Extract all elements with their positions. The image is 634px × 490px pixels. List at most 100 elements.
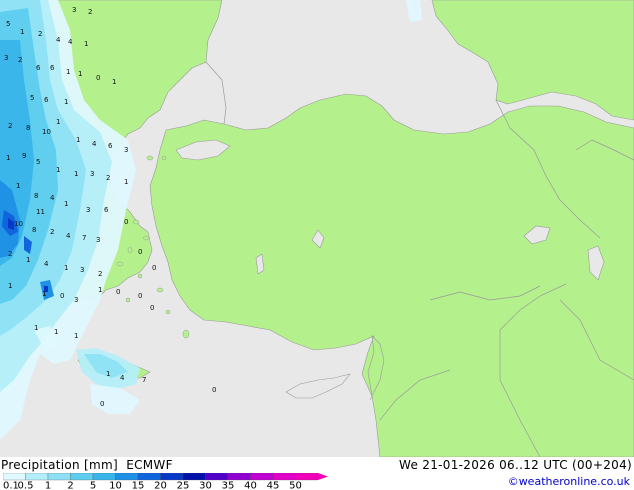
map-value-label: 0 xyxy=(138,248,142,256)
map-value-label: 2 xyxy=(106,174,110,182)
map-value-label: 1 xyxy=(76,136,80,144)
map-value-label: 3 xyxy=(124,146,128,154)
scale-swatch xyxy=(115,473,139,481)
map-value-label: 4 xyxy=(44,260,49,268)
scale-tick-label: 40 xyxy=(244,481,257,490)
map-value-label: 2 xyxy=(18,56,22,64)
scale-tick-label: 30 xyxy=(199,481,212,490)
map-value-label: 2 xyxy=(98,270,102,278)
map-value-label: 0 xyxy=(100,400,104,408)
map-value-label: 1 xyxy=(34,324,38,332)
map-value-label: 6 xyxy=(104,206,109,214)
scale-swatch xyxy=(205,473,229,481)
map-value-label: 6 xyxy=(44,96,49,104)
map-value-label: 3 xyxy=(72,6,76,14)
map-value-label: 3 xyxy=(96,236,100,244)
map-value-label: 1 xyxy=(54,328,58,336)
map-value-label: 7 xyxy=(142,376,146,384)
scale-swatch xyxy=(295,473,319,481)
product-title: Precipitation [mm] ECMWF xyxy=(1,458,173,472)
map-value-label: 0 xyxy=(116,288,120,296)
map-value-label: 1 xyxy=(64,200,68,208)
scale-tick-label: 10 xyxy=(109,481,122,490)
map-value-label: 0 xyxy=(60,292,64,300)
map-value-label: 5 xyxy=(6,20,10,28)
map-value-label: 0 xyxy=(152,264,156,272)
map-value-label: 2 xyxy=(8,250,12,258)
map-value-label: 2 xyxy=(38,30,42,38)
map-value-label: 1 xyxy=(16,182,20,190)
map-value-label: 1 xyxy=(112,78,116,86)
map-value-label: 0 xyxy=(124,218,128,226)
scale-tick-label: 2 xyxy=(67,481,73,490)
scale-tick-label: 0.1 xyxy=(3,481,19,490)
scale-swatch xyxy=(92,473,116,481)
scale-tick-label: 5 xyxy=(90,481,96,490)
scale-tick-label: 0.5 xyxy=(18,481,34,490)
map-value-label: 4 xyxy=(56,36,61,44)
map-value-label: 2 xyxy=(50,228,54,236)
map-value-label: 6 xyxy=(50,64,55,72)
copyright-link[interactable]: ©weatheronline.co.uk xyxy=(508,475,630,488)
map-value-label: 1 xyxy=(56,166,60,174)
scale-swatch xyxy=(250,473,274,481)
scale-swatch xyxy=(47,473,71,481)
map-value-label: 1 xyxy=(64,264,68,272)
map-value-label: 1 xyxy=(74,332,78,340)
map-value-label: 4 xyxy=(50,194,55,202)
map-value-label: 0 xyxy=(96,74,100,82)
map-value-label: 3 xyxy=(4,54,8,62)
map-value-label: 2 xyxy=(8,122,12,130)
scale-swatch xyxy=(70,473,94,481)
map-value-label: 3 xyxy=(80,266,84,274)
map-value-label: 4 xyxy=(92,140,97,148)
scale-tick-label: 35 xyxy=(222,481,235,490)
map-value-label: 8 xyxy=(26,124,30,132)
map-value-label: 1 xyxy=(64,98,68,106)
footer-bar: Precipitation [mm] ECMWF We 21-01-2026 0… xyxy=(0,457,634,490)
scale-tick-label: 20 xyxy=(154,481,167,490)
map-value-label: 7 xyxy=(82,234,86,242)
map-value-label: 6 xyxy=(36,64,41,72)
map-value-label: 1 xyxy=(66,68,70,76)
map-value-label: 1 xyxy=(74,170,78,178)
map-value-label: 3 xyxy=(86,206,90,214)
scale-arrow xyxy=(318,473,328,480)
scale-swatch xyxy=(160,473,184,481)
scale-swatch xyxy=(182,473,206,481)
map-value-label: 8 xyxy=(32,226,36,234)
map-value-label: 4 xyxy=(68,38,73,46)
map-value-label: 1 xyxy=(20,28,24,36)
map-value-label: 1 xyxy=(98,286,102,294)
precipitation-map: 3 2 5 1 2 4 4 1 3 2 6 1 1 0 6 1 5 6 1 2 8 1 10 1 9 5 1 4 6 3 1 1 3 2 1 1 8 4 1… xyxy=(0,0,634,457)
scale-tick-label: 45 xyxy=(267,481,280,490)
scale-tick-label: 25 xyxy=(177,481,190,490)
map-value-label: 4 xyxy=(66,232,71,240)
map-value-label: 1 xyxy=(26,256,30,264)
map-value-label: 5 xyxy=(36,158,40,166)
scale-swatch xyxy=(3,473,26,481)
scale-swatch xyxy=(137,473,161,481)
map-value-label: 0 xyxy=(150,304,154,312)
scale-tick-label: 50 xyxy=(289,481,302,490)
scale-swatch xyxy=(272,473,296,481)
map-value-label: 4 xyxy=(120,374,125,382)
map-value-label: 0 xyxy=(138,292,142,300)
map-value-label: 3 xyxy=(74,296,78,304)
map-value-label: 1 xyxy=(42,290,46,298)
map-value-label: 6 xyxy=(108,142,113,150)
map-value-label: 1 xyxy=(78,70,82,78)
model-label: ECMWF xyxy=(126,458,173,472)
map-value-label: 1 xyxy=(124,178,128,186)
scale-swatch xyxy=(25,473,49,481)
map-value-label: 3 xyxy=(90,170,94,178)
map-value-label: 1 xyxy=(6,154,10,162)
map-value-label: 10 xyxy=(42,128,51,136)
valid-time: We 21-01-2026 06..12 UTC (00+204) xyxy=(399,458,632,472)
map-value-label: 1 xyxy=(8,282,12,290)
map-value-label: 10 xyxy=(14,220,23,228)
map-value-label: 2 xyxy=(88,8,92,16)
map-value-label: 9 xyxy=(22,152,26,160)
product-label: Precipitation [mm] xyxy=(1,458,118,472)
map-value-label: 1 xyxy=(106,370,110,378)
